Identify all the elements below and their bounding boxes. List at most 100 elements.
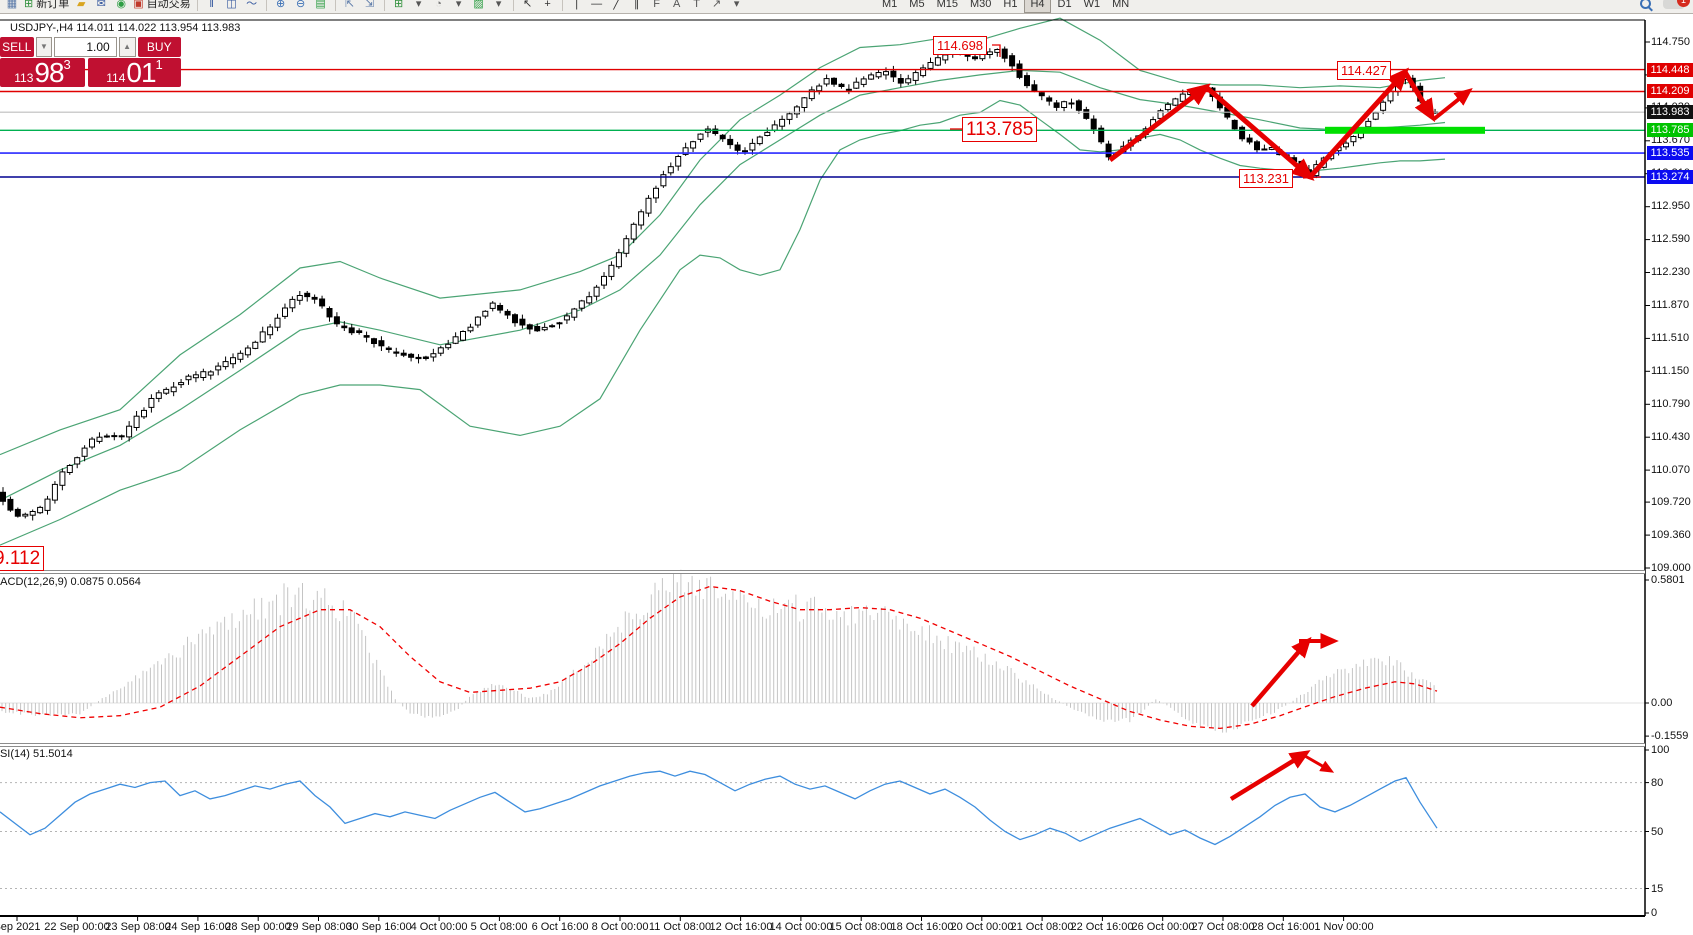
caret3: ▾ xyxy=(491,0,507,12)
caret3-glyph: ▾ xyxy=(496,0,502,12)
template-icon[interactable]: ▨ xyxy=(471,0,487,12)
timeframe-button-m1[interactable]: M1 xyxy=(877,0,902,13)
caret2-glyph: ▾ xyxy=(456,0,462,12)
sell-price-sup: 3 xyxy=(64,59,71,71)
toolbar: ▦⊞新订单▰✉◉▣自动交易‖◫〜⊕⊖▤⇱⇲⊞▾◔▾▨▾↖+|—╱∥FAT↗▾ M… xyxy=(0,0,1693,14)
toolbar-separator xyxy=(513,0,514,11)
macd-panel[interactable] xyxy=(0,570,1645,733)
mail-icon[interactable]: ✉ xyxy=(93,0,109,12)
arrows-icon[interactable]: ↗ xyxy=(709,0,725,12)
sell-price-small: 113 xyxy=(14,70,33,86)
crosshair-icon[interactable]: + xyxy=(540,0,556,12)
volume-up-button[interactable]: ▲ xyxy=(119,37,136,57)
arrange-down-icon[interactable]: ⇲ xyxy=(362,0,378,12)
channel-icon[interactable]: ∥ xyxy=(629,0,645,12)
symbol-ohlc-header: USDJPY-,H4 114.011 114.022 113.954 113.9… xyxy=(10,22,240,34)
sell-price-main: 98 xyxy=(34,60,63,86)
chart-window-icon[interactable]: ▦ xyxy=(4,0,20,12)
bar-chart-icon[interactable]: ‖ xyxy=(204,0,220,12)
hline-icon-glyph: — xyxy=(591,0,602,12)
buy-price-main: 01 xyxy=(126,60,155,86)
arrange-up-icon[interactable]: ⇱ xyxy=(342,0,358,12)
timeframe-button-m30[interactable]: M30 xyxy=(965,0,996,13)
mail-icon-glyph: ✉ xyxy=(97,0,106,12)
autotrading-button[interactable]: ▣自动交易 xyxy=(133,0,190,12)
timeframe-button-m5[interactable]: M5 xyxy=(904,0,929,13)
trendline-icon-glyph: ╱ xyxy=(613,0,620,12)
caret1-glyph: ▾ xyxy=(416,0,422,12)
volume-down-button[interactable]: ▼ xyxy=(36,37,53,57)
signal-icon[interactable]: ◉ xyxy=(113,0,129,12)
search-icon[interactable] xyxy=(1640,0,1651,9)
timeframe-button-w1[interactable]: W1 xyxy=(1079,0,1106,13)
news-bubble-icon[interactable]: 1 xyxy=(1663,0,1685,9)
candle-chart-icon-glyph: ◫ xyxy=(226,0,236,12)
new-order-button-label: 新订单 xyxy=(36,0,69,12)
label-icon-glyph: T xyxy=(693,0,700,12)
macd-label: MACD(12,26,9) 0.0875 0.0564 xyxy=(0,576,141,588)
bar-chart-icon-glyph: ‖ xyxy=(209,0,214,12)
caret1: ▾ xyxy=(411,0,427,12)
add-indicator-icon-glyph: ⊞ xyxy=(394,0,403,12)
chart-canvas[interactable] xyxy=(0,0,1693,935)
timeframe-button-h4[interactable]: H4 xyxy=(1024,0,1050,13)
add-indicator-icon[interactable]: ⊞ xyxy=(391,0,407,12)
forecast-arrow xyxy=(1434,91,1469,119)
rsi-annotation-arrow-0 xyxy=(1231,753,1306,799)
panel-splitter-rsi[interactable] xyxy=(0,743,1645,747)
template-icon-glyph: ▨ xyxy=(473,0,483,12)
rsi-annotation-arrow-1 xyxy=(1305,756,1331,771)
label-icon[interactable]: T xyxy=(689,0,705,12)
sell-price[interactable]: 113 98 3 xyxy=(0,58,85,87)
rsi-panel[interactable] xyxy=(0,753,1645,889)
top-right-icons: 1 xyxy=(1640,0,1685,9)
vline-icon-glyph: | xyxy=(575,0,578,12)
arrows-icon-glyph: ↗ xyxy=(712,0,721,12)
tile-windows-icon[interactable]: ▤ xyxy=(313,0,329,12)
timeframe-button-m15[interactable]: M15 xyxy=(932,0,963,13)
toolbar-left-icons: ▦⊞新订单▰✉◉▣自动交易‖◫〜⊕⊖▤⇱⇲⊞▾◔▾▨▾↖+|—╱∥FAT↗▾ xyxy=(0,0,1693,14)
text-icon[interactable]: A xyxy=(669,0,685,12)
arrange-up-icon-glyph: ⇱ xyxy=(345,0,354,12)
buy-price-sup: 1 xyxy=(156,59,163,71)
periods-clock-icon-glyph: ◔ xyxy=(435,0,442,12)
zoom-out-icon-glyph: ⊖ xyxy=(296,0,305,12)
volume-input[interactable]: 1.00 xyxy=(54,37,116,57)
buy-price[interactable]: 114 01 1 xyxy=(88,58,181,87)
sell-button[interactable]: SELL xyxy=(0,37,34,57)
cursor-icon-glyph: ↖ xyxy=(523,0,532,12)
one-click-trade-panel: SELL ▼ 1.00 ▲ BUY 113 98 3 114 01 1 xyxy=(0,37,181,87)
timeframe-button-mn[interactable]: MN xyxy=(1107,0,1134,13)
bollinger-bands xyxy=(0,18,1445,545)
timeframe-button-h1[interactable]: H1 xyxy=(998,0,1022,13)
gold-icon[interactable]: ▰ xyxy=(73,0,89,12)
zoom-out-icon[interactable]: ⊖ xyxy=(293,0,309,12)
trend-zigzag-segment-0 xyxy=(1110,87,1206,160)
hline-icon[interactable]: — xyxy=(589,0,605,12)
periods-clock-icon[interactable]: ◔ xyxy=(431,0,447,12)
trend-zigzag-segment-3 xyxy=(1405,72,1432,117)
candles[interactable] xyxy=(1,47,1438,521)
line-chart-icon[interactable]: 〜 xyxy=(244,0,260,12)
buy-price-small: 114 xyxy=(106,70,125,86)
bollinger-lower xyxy=(0,101,1445,546)
trend-zigzag-segment-1 xyxy=(1206,87,1310,177)
panel-splitter-macd[interactable] xyxy=(0,570,1645,574)
vline-icon[interactable]: | xyxy=(569,0,585,12)
candle-chart-icon[interactable]: ◫ xyxy=(224,0,240,12)
gold-icon-glyph: ▰ xyxy=(77,0,85,12)
toolbar-separator xyxy=(197,0,198,11)
trendline-icon[interactable]: ╱ xyxy=(609,0,625,12)
autotrading-button-label: 自动交易 xyxy=(147,0,191,12)
cursor-icon[interactable]: ↖ xyxy=(520,0,536,12)
line-chart-icon-glyph: 〜 xyxy=(246,0,257,12)
zoom-in-icon[interactable]: ⊕ xyxy=(273,0,289,12)
text-icon-glyph: A xyxy=(673,0,680,12)
buy-button[interactable]: BUY xyxy=(138,37,181,57)
timeframe-button-d1[interactable]: D1 xyxy=(1053,0,1077,13)
fibonacci-icon[interactable]: F xyxy=(649,0,665,12)
crosshair-icon-glyph: + xyxy=(544,0,550,12)
macd-annotation-arrow-0 xyxy=(1252,641,1308,706)
caret2: ▾ xyxy=(451,0,467,12)
new-order-button[interactable]: ⊞新订单 xyxy=(24,0,69,12)
